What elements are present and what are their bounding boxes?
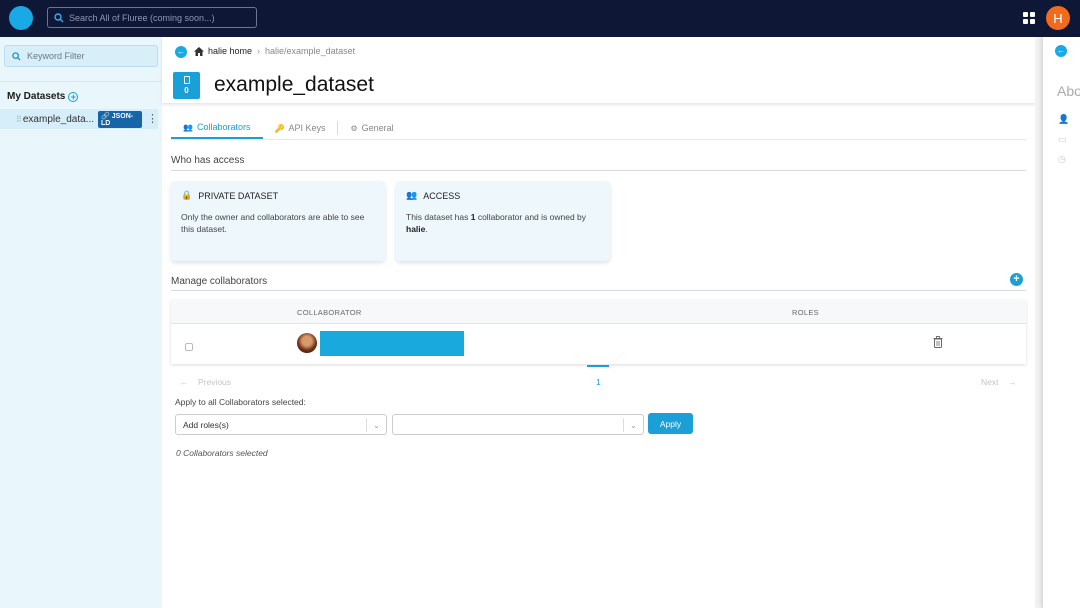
tab-label: API Keys (288, 123, 326, 133)
gear-icon: ⚙ (350, 123, 358, 133)
section-divider (171, 290, 1026, 291)
bulk-apply-label: Apply to all Collaborators selected: (175, 397, 306, 407)
panel-gutter (1035, 37, 1043, 608)
access-card: 👥 ACCESS This dataset has 1 collaborator… (396, 181, 610, 261)
breadcrumb-home-link[interactable]: halie home (208, 46, 252, 56)
tab-collaborators[interactable]: 👥 Collaborators (171, 122, 263, 139)
second-roles-select[interactable]: ⌄ (392, 414, 644, 435)
home-icon (194, 46, 204, 56)
page-title: example_dataset (214, 73, 374, 96)
users-icon: 👥 (183, 122, 193, 132)
right-panel-title: Abo (1057, 83, 1080, 99)
right-info-panel: ← Abo 👤 ▭ ◷ (1043, 37, 1080, 608)
apps-grid-icon[interactable] (1023, 12, 1035, 24)
previous-page-button[interactable]: ← Previous (180, 377, 231, 387)
breadcrumb-current: halie/example_dataset (265, 46, 356, 56)
collapse-panel-icon[interactable]: ← (1055, 45, 1067, 57)
next-page-button[interactable]: Next → (981, 377, 1016, 387)
back-arrow-icon[interactable]: ← (175, 46, 187, 58)
column-header-collaborator: COLLABORATOR (297, 308, 362, 317)
collaborator-avatar (297, 333, 317, 353)
page-number-1[interactable]: 1 (596, 377, 601, 387)
add-roles-select[interactable]: Add roles(s) ⌄ (175, 414, 387, 435)
tab-label: Collaborators (196, 122, 251, 132)
dataset-header: ← halie home › halie/example_dataset 0 e… (162, 37, 1035, 103)
user-icon: 👤 (1058, 114, 1070, 124)
breadcrumb-separator-icon: › (257, 46, 261, 56)
tab-api-keys[interactable]: 🔑 API Keys (263, 123, 338, 139)
sidebar-dataset-item[interactable]: ⠿ example_data... 🔗 JSON-LD ⋮ (0, 109, 158, 129)
chevron-down-icon: ⌄ (366, 418, 386, 432)
private-dataset-heading: PRIVATE DATASET (198, 190, 279, 201)
dataset-type-badge: 🔗 JSON-LD (98, 110, 142, 128)
lock-icon: 🔒 (181, 190, 193, 200)
global-search-placeholder: Search All of Fluree (coming soon...) (69, 12, 215, 23)
breadcrumb: halie home › halie/example_dataset (194, 46, 355, 56)
collaborator-name-redacted (320, 331, 464, 356)
trash-icon[interactable] (933, 336, 943, 348)
search-icon (12, 51, 21, 61)
access-text: This dataset has 1 collaborator and is o… (406, 212, 587, 234)
global-search-input[interactable]: Search All of Fluree (coming soon...) (47, 7, 257, 28)
dataset-icon-count: 0 (184, 86, 189, 95)
dataset-tabs: 👥 Collaborators 🔑 API Keys ⚙ General (171, 117, 406, 139)
add-dataset-icon[interactable]: + (68, 91, 79, 102)
more-options-icon[interactable]: ⋮ (147, 114, 158, 125)
private-dataset-card: 🔒 PRIVATE DATASET Only the owner and col… (171, 181, 385, 261)
left-sidebar: Keyword Filter My Datasets + ⠿ example_d… (0, 37, 162, 608)
clock-icon: ◷ (1058, 154, 1066, 164)
add-collaborator-button[interactable]: + (1010, 273, 1023, 286)
keyword-filter-input[interactable]: Keyword Filter (4, 45, 158, 67)
dataset-name: example_data... (22, 113, 95, 125)
users-icon: 👥 (406, 190, 418, 200)
top-navbar: Search All of Fluree (coming soon...) H (0, 0, 1080, 37)
current-page-indicator (587, 365, 609, 367)
fluree-logo[interactable] (9, 6, 33, 30)
row-select-checkbox[interactable] (185, 343, 193, 351)
chevron-down-icon: ⌄ (623, 418, 643, 432)
who-has-access-title: Who has access (171, 155, 245, 166)
main-content: ← halie home › halie/example_dataset 0 e… (162, 37, 1035, 608)
user-avatar-button[interactable]: H (1046, 6, 1070, 30)
tab-general[interactable]: ⚙ General (338, 123, 405, 139)
dataset-icon: 0 (173, 72, 200, 99)
collaborators-table: COLLABORATOR ROLES (171, 300, 1026, 364)
add-roles-placeholder: Add roles(s) (183, 419, 229, 430)
search-icon (54, 12, 64, 22)
keyword-filter-placeholder: Keyword Filter (27, 51, 85, 61)
sidebar-divider (0, 81, 162, 82)
manage-collaborators-title: Manage collaborators (171, 276, 268, 287)
tab-label: General (361, 123, 394, 133)
my-datasets-label: My Datasets (7, 91, 66, 102)
selected-collaborators-count: 0 Collaborators selected (176, 448, 268, 458)
tabs-underline (171, 139, 1026, 140)
my-datasets-heading: My Datasets + (7, 91, 79, 102)
calendar-icon: ▭ (1058, 134, 1067, 144)
key-icon: 🔑 (274, 123, 285, 133)
drag-handle-icon[interactable]: ⠿ (16, 115, 22, 124)
private-dataset-text: Only the owner and collaborators are abl… (181, 212, 365, 234)
section-divider (171, 170, 1026, 171)
apply-button[interactable]: Apply (648, 413, 693, 434)
document-icon (183, 76, 190, 84)
column-header-roles: ROLES (792, 308, 819, 317)
access-heading: ACCESS (423, 190, 461, 201)
table-row (171, 324, 1026, 364)
table-header: COLLABORATOR ROLES (171, 300, 1026, 324)
